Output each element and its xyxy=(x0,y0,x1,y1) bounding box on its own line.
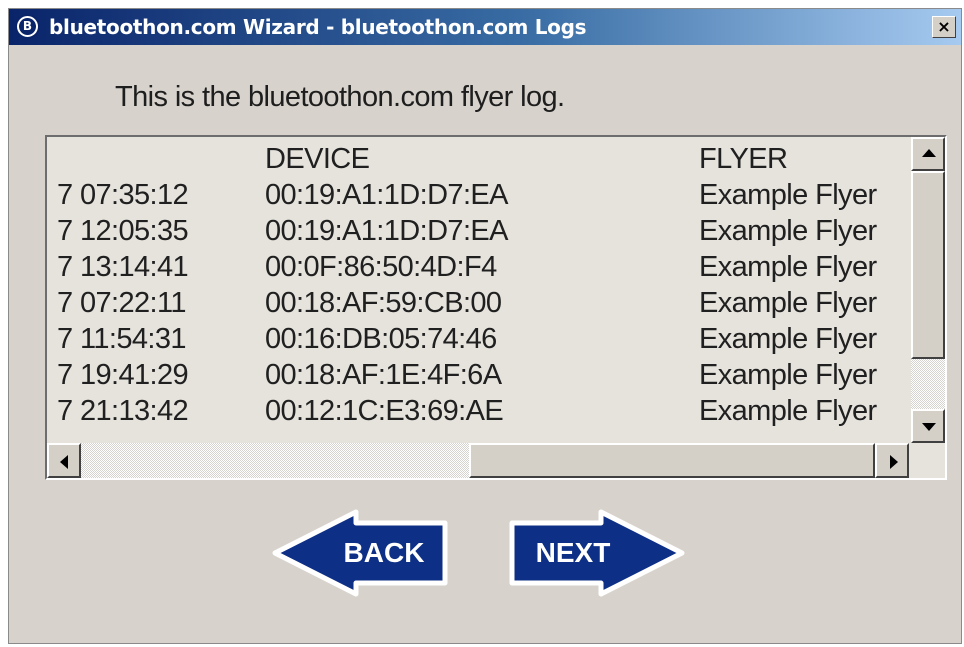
log-device: 00:0F:86:50:4D:F4 xyxy=(265,251,497,283)
log-time: 7 07:22:11 xyxy=(57,287,187,319)
log-time: 7 13:14:41 xyxy=(57,251,189,283)
log-time: 7 11:54:31 xyxy=(57,323,187,355)
logo-letter: B xyxy=(19,18,36,35)
horizontal-scroll-thumb[interactable] xyxy=(469,443,875,478)
log-time: 7 21:13:42 xyxy=(57,395,189,427)
arrow-up-icon xyxy=(922,149,936,157)
log-flyer: Example Flyer xyxy=(699,395,877,427)
log-time: 7 19:41:29 xyxy=(57,359,189,391)
horizontal-scrollbar[interactable] xyxy=(47,443,909,478)
log-device: 00:12:1C:E3:69:AE xyxy=(265,395,504,427)
arrow-left-icon xyxy=(60,455,68,469)
title-bar[interactable]: B bluetoothon.com Wizard - bluetoothon.c… xyxy=(9,9,961,45)
log-device: 00:18:AF:1E:4F:6A xyxy=(265,359,502,391)
wizard-window: B bluetoothon.com Wizard - bluetoothon.c… xyxy=(8,8,962,644)
back-button[interactable]: BACK xyxy=(272,509,448,597)
intro-text: This is the bluetoothon.com flyer log. xyxy=(115,81,565,113)
log-flyer: Example Flyer xyxy=(699,287,877,319)
log-time: 7 07:35:12 xyxy=(57,179,189,211)
scroll-right-button[interactable] xyxy=(875,443,909,478)
next-button[interactable]: NEXT xyxy=(509,509,685,597)
log-flyer: Example Flyer xyxy=(699,179,877,211)
close-button[interactable]: × xyxy=(932,16,956,38)
log-device: 00:19:A1:1D:D7:EA xyxy=(265,179,509,211)
log-device: 00:16:DB:05:74:46 xyxy=(265,323,497,355)
window-title: bluetoothon.com Wizard - bluetoothon.com… xyxy=(49,15,587,39)
back-label: BACK xyxy=(343,537,425,568)
flyer-log-list[interactable]: DEVICE FLYER 7 07:35:12 00:19:A1:1D:D7:E… xyxy=(45,135,947,480)
column-header-device: DEVICE xyxy=(265,143,370,175)
log-device: 00:19:A1:1D:D7:EA xyxy=(265,215,509,247)
vertical-scroll-thumb[interactable] xyxy=(911,171,945,359)
column-header-flyer: FLYER xyxy=(699,143,788,175)
scroll-down-button[interactable] xyxy=(911,409,945,443)
log-time: 7 12:05:35 xyxy=(57,215,189,247)
log-flyer: Example Flyer xyxy=(699,215,877,247)
log-flyer: Example Flyer xyxy=(699,323,877,355)
log-flyer: Example Flyer xyxy=(699,359,877,391)
scroll-up-button[interactable] xyxy=(911,137,945,171)
scroll-left-button[interactable] xyxy=(47,443,81,478)
arrow-right-icon xyxy=(890,455,898,469)
log-content: DEVICE FLYER 7 07:35:12 00:19:A1:1D:D7:E… xyxy=(47,137,909,443)
arrow-down-icon xyxy=(922,423,936,431)
log-flyer: Example Flyer xyxy=(699,251,877,283)
next-label: NEXT xyxy=(535,537,611,568)
vertical-scrollbar[interactable] xyxy=(911,137,945,443)
bluetoothon-logo-icon[interactable]: B xyxy=(15,14,40,39)
scrollbar-corner xyxy=(911,443,945,478)
log-device: 00:18:AF:59:CB:00 xyxy=(265,287,502,319)
